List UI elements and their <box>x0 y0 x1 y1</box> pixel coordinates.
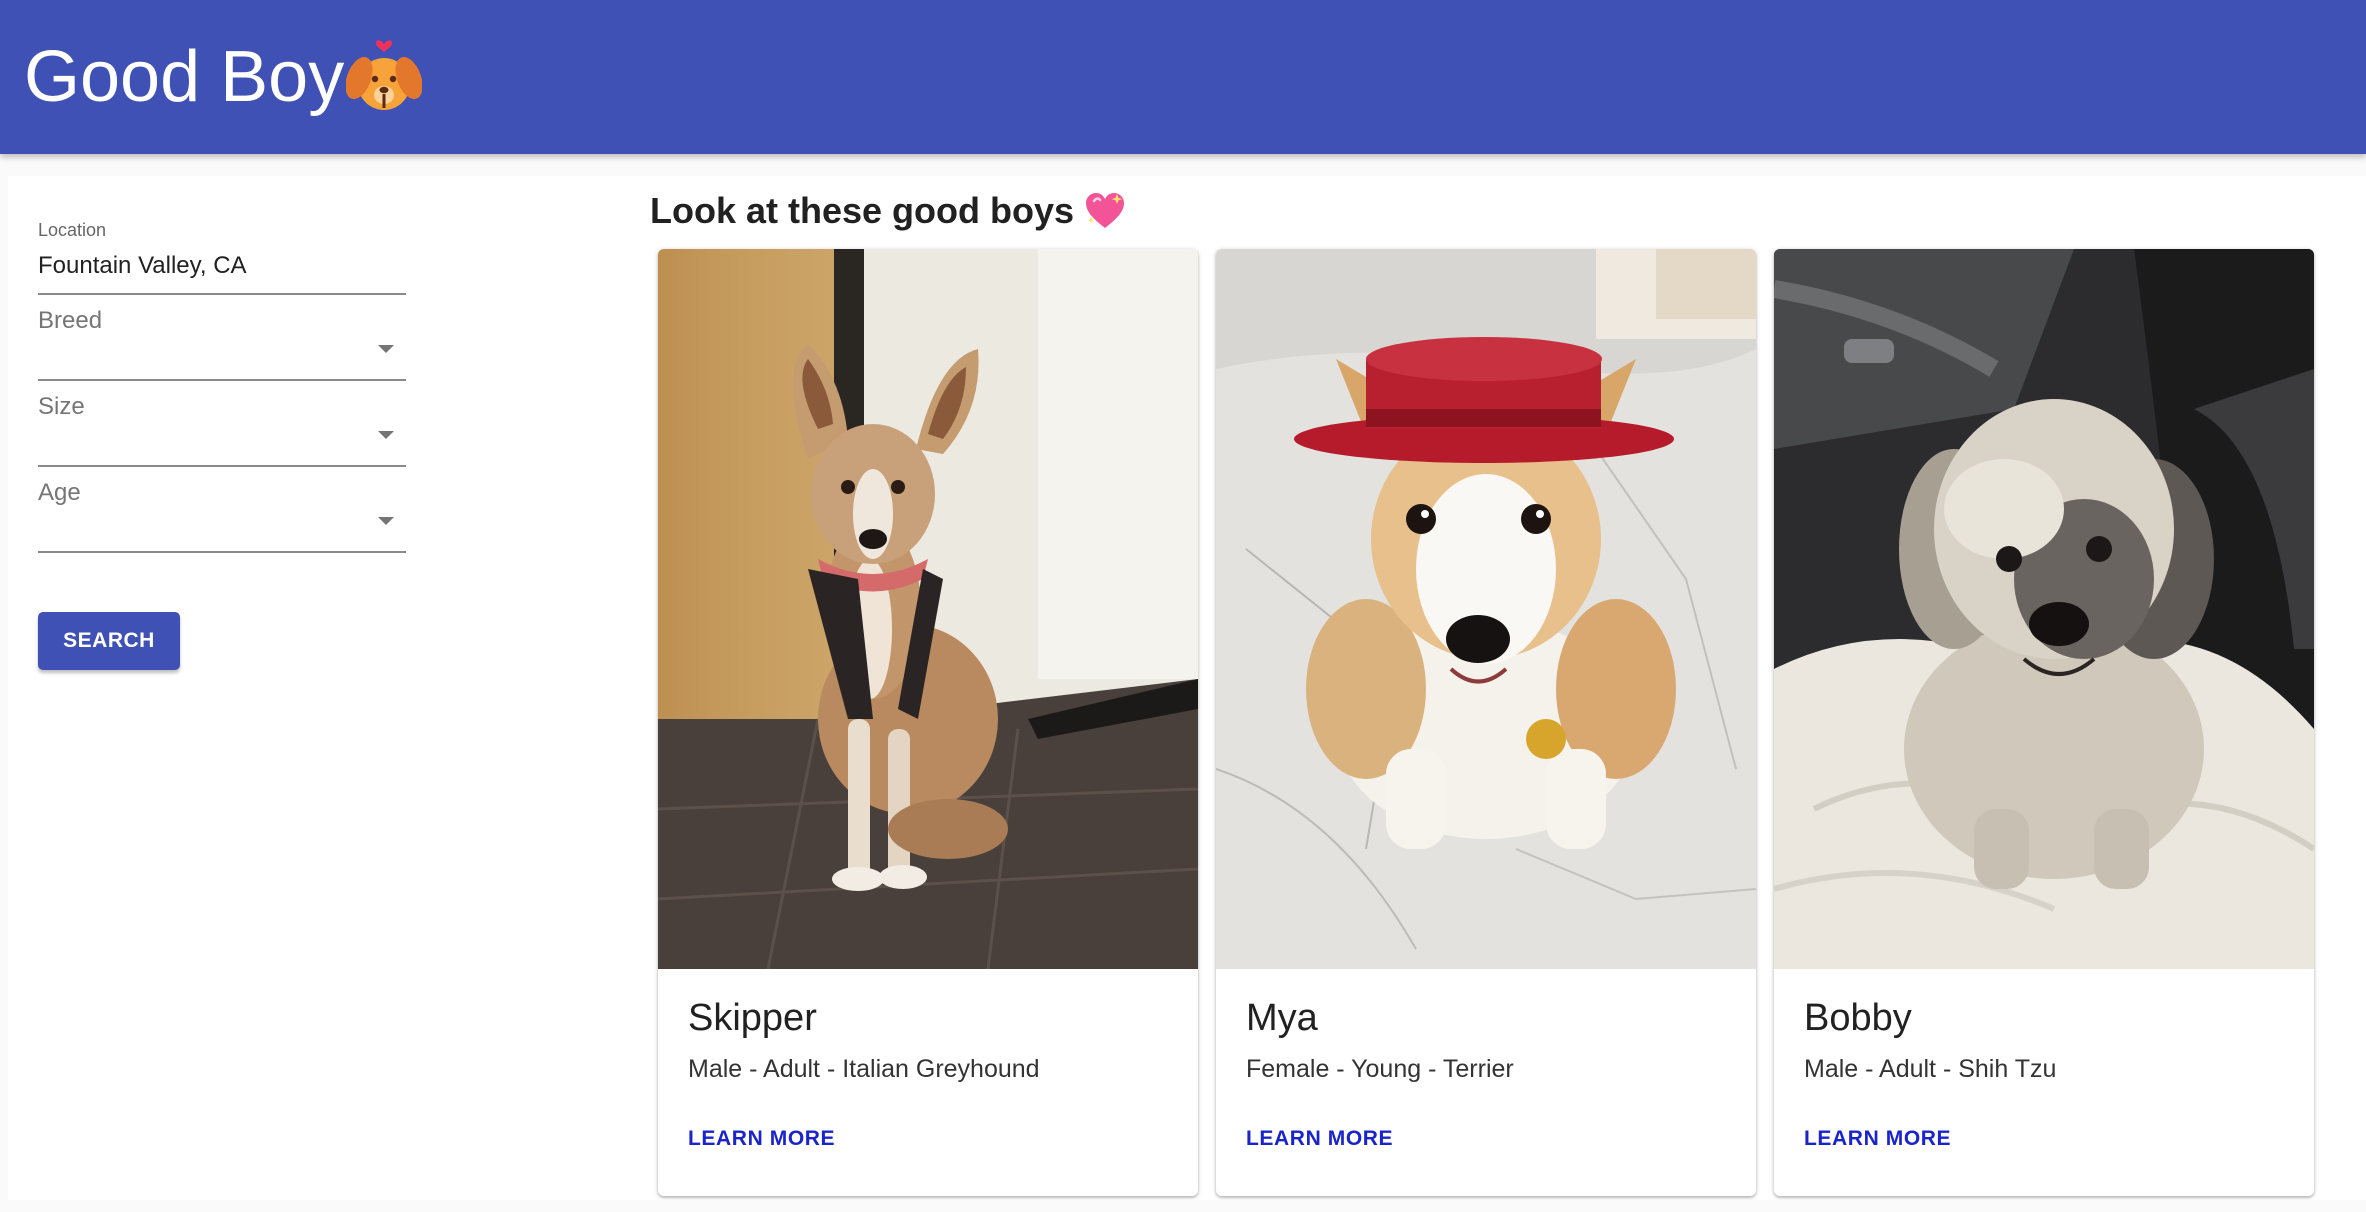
app-title: Good Boy <box>24 37 345 117</box>
learn-more-link[interactable]: LEARN MORE <box>1246 1127 1393 1151</box>
pet-card: Mya Female - Young - Terrier LEARN MORE <box>1216 249 1756 1196</box>
results-title: Look at these good boys <box>650 190 1075 231</box>
learn-more-link[interactable]: LEARN MORE <box>1804 1127 1951 1151</box>
search-form: Location Fountain Valley, CA Breed Size … <box>38 220 406 670</box>
size-select[interactable]: Size <box>38 383 406 467</box>
pet-card: Skipper Male - Adult - Italian Greyhound… <box>658 249 1198 1196</box>
location-input[interactable]: Fountain Valley, CA <box>38 252 247 280</box>
search-button[interactable]: SEARCH <box>38 612 180 670</box>
location-label: Location <box>38 220 107 240</box>
age-label: Age <box>38 479 81 506</box>
pet-description: Male - Adult - Italian Greyhound <box>688 1055 1040 1083</box>
pet-description: Male - Adult - Shih Tzu <box>1804 1055 2057 1083</box>
breed-select[interactable]: Breed <box>38 297 406 381</box>
dog-photo-bobby <box>1774 249 2314 969</box>
page-content: Location Fountain Valley, CA Breed Size … <box>8 176 2366 1212</box>
puppy-face-with-heart-icon <box>346 40 423 110</box>
age-select[interactable]: Age <box>38 469 406 553</box>
app-bar: Good Boy <box>0 0 2366 154</box>
sparkling-heart-icon <box>1086 193 1125 228</box>
pet-name: Bobby <box>1804 997 1912 1039</box>
breed-label: Breed <box>38 307 103 334</box>
pet-description: Female - Young - Terrier <box>1246 1055 1514 1083</box>
page-bottom-edge <box>8 1200 2366 1212</box>
pet-card: Bobby Male - Adult - Shih Tzu LEARN MORE <box>1774 249 2314 1196</box>
chevron-down-icon[interactable] <box>378 345 394 353</box>
location-field[interactable]: Location Fountain Valley, CA <box>38 220 406 295</box>
chevron-down-icon[interactable] <box>378 431 394 439</box>
dog-photo-skipper <box>658 249 1198 969</box>
pet-name: Skipper <box>688 997 817 1039</box>
brand[interactable]: Good Boy <box>24 36 423 118</box>
size-label: Size <box>38 393 85 420</box>
chevron-down-icon[interactable] <box>378 517 394 525</box>
results-heading: Look at these good boys <box>650 190 1126 232</box>
learn-more-link[interactable]: LEARN MORE <box>688 1127 835 1151</box>
pet-name: Mya <box>1246 997 1318 1039</box>
dog-photo-mya <box>1216 249 1756 969</box>
